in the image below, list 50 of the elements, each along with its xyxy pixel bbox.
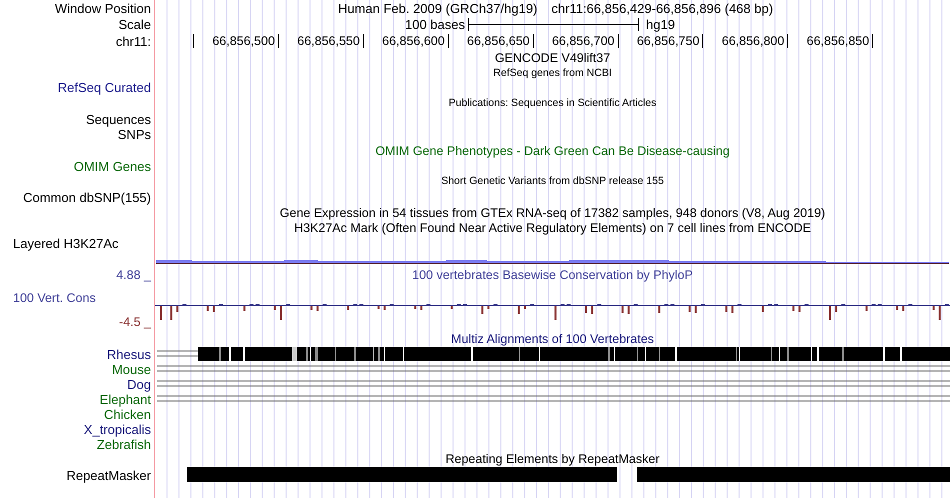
track-label[interactable]: RefSeq Curated [58,81,151,94]
track-label[interactable]: Chicken [104,408,151,421]
ruler-label: 66,856,850 [806,35,870,48]
ruler-tick [872,34,874,48]
ruler-tick [193,34,194,48]
ruler-tick [532,34,534,48]
track-label[interactable]: Rhesus [106,348,151,361]
assembly-label: hg19 [646,18,675,31]
track-label[interactable]: Layered H3K27Ac [13,236,119,250]
ruler-tick [448,34,449,48]
track-title: OMIM Gene Phenotypes - Dark Green Can Be Disease-causing [375,144,730,158]
track-label[interactable]: Common dbSNP(155) [23,191,151,204]
track-label[interactable]: SNPs [118,128,151,140]
track-title: Publications: Sequences in Scientific Articles [448,98,656,109]
track-title: GENCODE V49lift37 [494,52,610,64]
track-title: H3K27Ac Mark (Often Found Near Active Regulatory Elements) on 7 cell lines from ENCODE [294,222,811,235]
track-label[interactable]: Window Position [54,2,151,14]
ruler-label: 66,856,700 [552,35,614,48]
track-label[interactable]: 100 Vert. Cons [13,292,96,304]
track-title: Gene Expression in 54 tissues from GTEx RNA-seq of 17382 samples, 948 donors (V8, Aug 2019) [280,206,826,220]
axis-min-label: -4.5 _ [119,316,151,328]
ruler-label: 66,856,500 [212,35,275,48]
track-label[interactable]: X_tropicalis [84,423,151,436]
ruler-label: 66,856,800 [722,35,784,48]
axis-max-label: 4.88 _ [116,269,151,282]
ruler-label: 66,856,650 [467,35,530,48]
ruler-tick [362,34,364,48]
track-title: Repeating Elements by RepeatMasker [445,453,660,466]
ruler-tick [702,34,704,48]
track-title: 100 vertebrates Basewise Conservation by PhyloP [412,269,693,282]
ruler-label: 66,856,550 [297,35,360,48]
track-title: Short Genetic Variants from dbSNP release 155 [441,176,664,186]
ruler-label: 66,856,750 [636,35,700,48]
assembly-title: Human Feb. 2009 (GRCh37/hg19) [338,2,538,14]
track-label[interactable]: RepeatMasker [66,468,151,482]
track-label[interactable]: Zebrafish [96,438,151,451]
track-label[interactable]: Mouse [112,363,151,376]
position-text: chr11:66,856,429-66,856,896 (468 bp) [551,2,774,14]
ruler-label: 66,856,600 [382,35,445,48]
ruler-tick [787,34,788,48]
track-label[interactable]: Dog [127,378,151,391]
ruler-tick [278,34,279,48]
track-title: RefSeq genes from NCBI [493,68,612,78]
track-label[interactable]: chr11: [116,35,151,48]
track-title: Multiz Alignments of 100 Vertebrates [451,333,654,346]
track-label[interactable]: OMIM Genes [74,160,151,172]
scale-length: 100 bases [404,18,465,31]
track-label[interactable]: Scale [118,18,151,31]
track-label[interactable]: Sequences [86,112,151,126]
track-label[interactable]: Elephant [100,393,151,406]
